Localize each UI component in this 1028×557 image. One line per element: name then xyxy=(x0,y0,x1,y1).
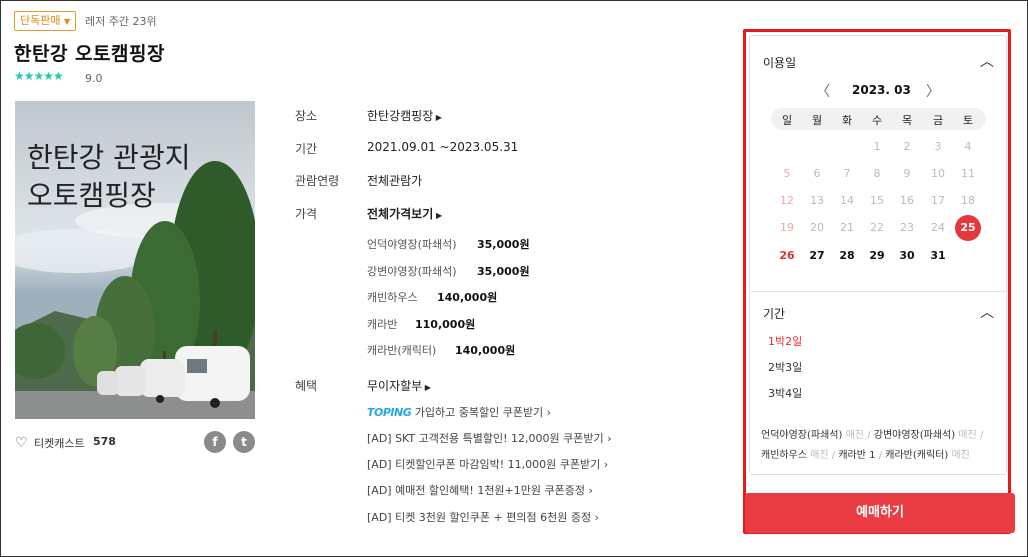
weekday: 금 xyxy=(932,114,944,127)
book-button[interactable]: 예매하기 xyxy=(745,493,1015,533)
poster-line-2: 오토캠핑장 xyxy=(27,179,156,212)
price-label: 가격 xyxy=(295,207,318,221)
calendar-day[interactable]: 27 xyxy=(802,249,832,262)
seat-availability: 언덕야영장(파쇄석) 매진 / 강변야영장(파쇄석) 매진 / 캐빈하우스 매진… xyxy=(761,430,984,461)
calendar-day-selected[interactable]: 25 xyxy=(955,215,981,241)
weekday: 토 xyxy=(962,114,974,127)
calendar-day: 1 xyxy=(873,140,881,153)
calendar-day: 12 xyxy=(780,194,794,207)
duration-option[interactable]: 2박3일 xyxy=(768,359,802,375)
calendar-day: 4 xyxy=(964,140,972,153)
product-title: 한탄강 오토캠핑장 xyxy=(14,43,165,65)
calendar-day: 23 xyxy=(900,221,914,234)
calendar-day: 14 xyxy=(840,194,854,207)
calendar-day: 20 xyxy=(810,221,824,234)
exclusive-badge[interactable]: 단독판매 ▼ xyxy=(14,11,77,31)
calendar-day: 10 xyxy=(931,167,945,180)
calendar-day: 6 xyxy=(813,167,821,180)
caret-right-icon: ▶ xyxy=(422,383,431,392)
installment-link[interactable]: 무이자할부 ▶ xyxy=(367,377,431,394)
weekday: 목 xyxy=(901,114,913,127)
place-label: 장소 xyxy=(295,109,318,123)
weekday: 일 xyxy=(781,114,793,127)
price-all-link[interactable]: 전체가격보기 ▶ xyxy=(367,205,442,222)
calendar-day[interactable]: 29 xyxy=(862,249,892,262)
caret-down-icon: ▼ xyxy=(63,17,71,26)
calendar-day: 24 xyxy=(931,221,945,234)
calendar-day: 3 xyxy=(934,140,942,153)
calendar-month: 2023. 03 xyxy=(852,83,911,97)
price-value: 140,000원 xyxy=(455,344,516,357)
ad-coupon-link[interactable]: [AD] 예매전 할인혜택! 1천원+1만원 쿠폰증정 › xyxy=(367,482,593,498)
rating-stars-icon: ★★★★★ xyxy=(14,69,64,83)
calendar-day: 22 xyxy=(870,221,884,234)
date-section-title: 이용일 xyxy=(763,56,797,70)
weekday: 수 xyxy=(871,114,883,127)
weekday: 화 xyxy=(841,114,853,127)
poster-line-1: 한탄강 관광지 xyxy=(27,141,190,174)
price-value: 35,000원 xyxy=(477,238,530,251)
ad-coupon-link[interactable]: [AD] 티켓할인쿠폰 마감임박! 11,000원 쿠폰받기 › xyxy=(367,456,608,472)
rating-score: 9.0 xyxy=(85,72,103,85)
period-value: 2021.09.01 ~2023.05.31 xyxy=(367,140,519,154)
calendar-day: 11 xyxy=(961,167,975,180)
caret-right-icon: ▶ xyxy=(433,113,442,122)
calendar-day: 16 xyxy=(900,194,914,207)
chevron-up-icon[interactable]: ︿ xyxy=(980,302,994,322)
calendar-day: 9 xyxy=(903,167,911,180)
price-name: 캐라반(캐릭터) xyxy=(367,344,437,357)
age-value: 전체관람가 xyxy=(367,174,423,188)
calendar-day[interactable]: 31 xyxy=(923,249,953,262)
price-name: 강변야영장(파쇄석) xyxy=(367,265,457,278)
calendar-day: 13 xyxy=(810,194,824,207)
calendar-day: 15 xyxy=(870,194,884,207)
caret-right-icon: ▶ xyxy=(433,211,443,220)
calendar-day: 2 xyxy=(903,140,911,153)
price-value: 110,000원 xyxy=(415,318,476,331)
price-name: 캐빈하우스 xyxy=(367,291,418,304)
calendar-day[interactable]: 28 xyxy=(832,249,862,262)
ad-coupon-link[interactable]: [AD] 티켓 3천원 할인쿠폰 + 편의점 6천원 증정 › xyxy=(367,509,599,525)
section-divider xyxy=(750,291,1006,292)
duration-option[interactable]: 3박4일 xyxy=(768,385,802,401)
toping-logo: TOPING xyxy=(367,406,412,419)
calendar-day[interactable]: 26 xyxy=(772,249,802,262)
price-name: 언덕야영장(파쇄석) xyxy=(367,238,457,251)
period-label: 기간 xyxy=(295,142,318,156)
toping-coupon-link[interactable]: TOPING 가입하고 중복할인 쿠폰받기 › xyxy=(367,404,551,420)
next-month-icon[interactable]: 〉 xyxy=(926,81,940,101)
weekday: 월 xyxy=(811,114,823,127)
twitter-icon[interactable]: t xyxy=(233,431,255,453)
place-link[interactable]: 한탄강캠핑장 ▶ xyxy=(367,107,442,124)
calendar-day: 19 xyxy=(780,221,794,234)
facebook-icon[interactable]: f xyxy=(204,431,226,453)
chevron-up-icon[interactable]: ︿ xyxy=(980,51,994,71)
calendar-day: 5 xyxy=(783,167,791,180)
benefit-label: 혜택 xyxy=(295,379,318,393)
duration-section-title: 기간 xyxy=(763,307,786,321)
ticketcast-count: 578 xyxy=(93,435,116,448)
ticketcast-label: 티켓캐스트 xyxy=(34,437,85,450)
price-name: 캐라반 xyxy=(367,318,398,331)
calendar-day: 8 xyxy=(873,167,881,180)
price-value: 35,000원 xyxy=(477,265,530,278)
duration-option[interactable]: 1박2일 xyxy=(768,333,802,349)
price-value: 140,000원 xyxy=(437,291,498,304)
calendar-day[interactable]: 30 xyxy=(892,249,922,262)
age-label: 관람연령 xyxy=(295,174,340,188)
poster-image: 한탄강 관광지 오토캠핑장 xyxy=(15,101,255,419)
prev-month-icon[interactable]: 〈 xyxy=(816,81,830,101)
weekly-rank: 레저 주간 23위 xyxy=(85,15,157,28)
calendar-day: 17 xyxy=(931,194,945,207)
calendar-day: 21 xyxy=(840,221,854,234)
calendar-day: 7 xyxy=(843,167,851,180)
calendar-day: 18 xyxy=(961,194,975,207)
ad-coupon-link[interactable]: [AD] SKT 고객전용 특별할인! 12,000원 쿠폰받기 › xyxy=(367,430,612,446)
heart-icon[interactable]: ♡ xyxy=(15,435,28,451)
